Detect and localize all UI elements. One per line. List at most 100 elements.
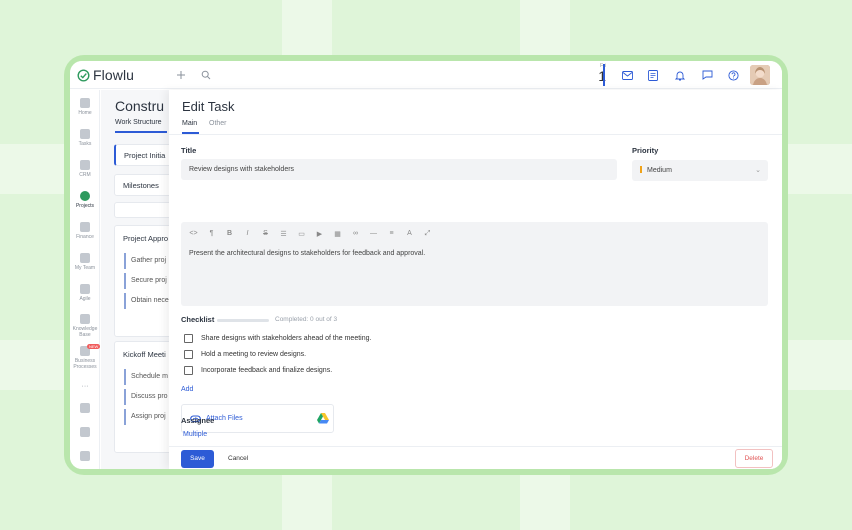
- sidebar-extra-3[interactable]: [70, 451, 100, 461]
- divider: [169, 134, 782, 135]
- logo-text: Flowlu: [93, 67, 135, 83]
- checkbox[interactable]: [184, 366, 193, 375]
- crm-icon: [80, 160, 90, 170]
- cancel-button[interactable]: Cancel: [228, 450, 248, 468]
- sidebar-item-agile[interactable]: Agile: [70, 284, 100, 302]
- project-title: Constru: [115, 98, 165, 114]
- integrations-icon: [80, 451, 90, 461]
- priority-select[interactable]: Medium ⌄: [632, 160, 768, 181]
- checklist-progress-bar: [217, 319, 269, 322]
- sidebar-extra-1[interactable]: [70, 403, 100, 413]
- video-icon[interactable]: ▶: [314, 228, 325, 239]
- checklist-item: Share designs with stakeholders ahead of…: [184, 334, 371, 343]
- delete-button[interactable]: Delete: [735, 449, 773, 468]
- priority-label: Priority: [632, 146, 659, 155]
- sidebar-label: Knowledge Base: [72, 326, 98, 338]
- google-drive-icon[interactable]: [317, 413, 329, 424]
- horizontal-rule-icon[interactable]: —: [368, 228, 379, 239]
- checklist-progress-text: Completed: 0 out of 3: [275, 316, 338, 323]
- more-icon: ···: [81, 383, 89, 390]
- new-badge: NEW: [87, 344, 101, 349]
- phase-title: Project Initia: [124, 151, 166, 160]
- agile-icon: [80, 284, 90, 294]
- home-icon: [80, 98, 90, 108]
- finance-icon: [80, 222, 90, 232]
- bell-icon[interactable]: [673, 68, 687, 82]
- sidebar-item-projects[interactable]: Projects: [70, 191, 100, 209]
- sidebar-label: My Team: [74, 265, 96, 271]
- sidebar-item-business-processes[interactable]: NEW Business Processes: [70, 344, 101, 370]
- tasks-icon: [80, 129, 90, 139]
- mail-icon[interactable]: [620, 68, 634, 82]
- sidebar-item-my-team[interactable]: My Team: [70, 253, 100, 271]
- image-icon[interactable]: ▭: [296, 228, 307, 239]
- knowledge-base-icon: [80, 314, 90, 324]
- sidebar-item-finance[interactable]: Finance: [70, 222, 100, 240]
- tab-work-structure[interactable]: Work Structure: [115, 119, 162, 126]
- apps-icon: [80, 403, 90, 413]
- description-editor[interactable]: <> ¶ B I S ☰ ▭ ▶ ▦ ∞ — ≡ A ⤢ Present the…: [181, 222, 768, 306]
- sidebar: Home Tasks CRM Projects Finance My Team …: [70, 90, 101, 469]
- code-icon[interactable]: <>: [188, 228, 199, 239]
- projects-icon: [80, 191, 90, 201]
- tab-other[interactable]: Other: [209, 120, 227, 127]
- sidebar-label: Business Processes: [73, 358, 97, 370]
- sidebar-item-more[interactable]: ···: [70, 382, 100, 390]
- priority-indicator: [640, 166, 642, 173]
- add-checklist-item-link[interactable]: Add: [181, 386, 193, 393]
- sidebar-label: Agile: [79, 296, 91, 302]
- date-marker: [603, 64, 605, 86]
- tab-main[interactable]: Main: [182, 120, 197, 127]
- notes-icon[interactable]: [646, 68, 660, 82]
- align-icon[interactable]: ≡: [386, 228, 397, 239]
- link-icon[interactable]: ∞: [350, 228, 361, 239]
- checklist-item: Incorporate feedback and finalize design…: [184, 366, 332, 375]
- add-icon[interactable]: [174, 68, 188, 82]
- strikethrough-icon[interactable]: S: [260, 228, 271, 239]
- list-icon[interactable]: ☰: [278, 228, 289, 239]
- italic-icon[interactable]: I: [242, 228, 253, 239]
- fullscreen-icon[interactable]: ⤢: [422, 228, 433, 239]
- text-color-icon[interactable]: A: [404, 228, 415, 239]
- sidebar-label: Tasks: [78, 141, 92, 147]
- table-icon[interactable]: ▦: [332, 228, 343, 239]
- milestones-card[interactable]: Milestones: [114, 174, 176, 196]
- phase-card[interactable]: Project Initia: [114, 144, 176, 166]
- app-window: Flowlu Fri 1: [70, 61, 782, 469]
- checkbox[interactable]: [184, 350, 193, 359]
- task-group-card: Kickoff Meeti Schedule m Discuss pro Ass…: [114, 341, 176, 453]
- help-icon[interactable]: [726, 68, 740, 82]
- sidebar-label: CRM: [79, 172, 91, 178]
- sidebar-item-tasks[interactable]: Tasks: [70, 129, 100, 147]
- assignee-value[interactable]: Multiple: [183, 431, 207, 438]
- edit-task-modal: Edit Task Main Other Title Review design…: [169, 90, 782, 469]
- chat-icon[interactable]: [700, 68, 714, 82]
- team-icon: [80, 253, 90, 263]
- sidebar-extra-2[interactable]: [70, 427, 100, 437]
- checklist-item-label: Incorporate feedback and finalize design…: [201, 367, 333, 374]
- top-bar: Flowlu Fri 1: [70, 61, 782, 89]
- sidebar-item-home[interactable]: Home: [70, 98, 100, 116]
- empty-card: [114, 202, 176, 218]
- sidebar-item-knowledge-base[interactable]: Knowledge Base: [70, 314, 100, 338]
- save-button[interactable]: Save: [181, 450, 214, 468]
- user-avatar[interactable]: [750, 65, 770, 85]
- description-text: Present the architectural designs to sta…: [189, 250, 426, 257]
- title-label: Title: [181, 146, 197, 155]
- sidebar-label: Home: [78, 110, 92, 116]
- logo-check-icon: [77, 68, 90, 82]
- checkbox[interactable]: [184, 334, 193, 343]
- checklist-item: Hold a meeting to review designs.: [184, 350, 306, 359]
- checklist-item-label: Hold a meeting to review designs.: [201, 351, 307, 358]
- assignee-label: Assignee: [181, 416, 215, 425]
- sidebar-label: Projects: [75, 203, 95, 209]
- sidebar-item-crm[interactable]: CRM: [70, 160, 100, 178]
- search-icon[interactable]: [199, 68, 213, 82]
- editor-toolbar: <> ¶ B I S ☰ ▭ ▶ ▦ ∞ — ≡ A ⤢: [188, 228, 433, 239]
- tab-underline: [115, 131, 167, 133]
- bold-icon[interactable]: B: [224, 228, 235, 239]
- logo[interactable]: Flowlu: [77, 67, 134, 83]
- paragraph-icon[interactable]: ¶: [206, 228, 217, 239]
- title-input[interactable]: Review designs with stakeholders: [181, 159, 617, 180]
- task-group-title: Project Appro: [123, 234, 169, 243]
